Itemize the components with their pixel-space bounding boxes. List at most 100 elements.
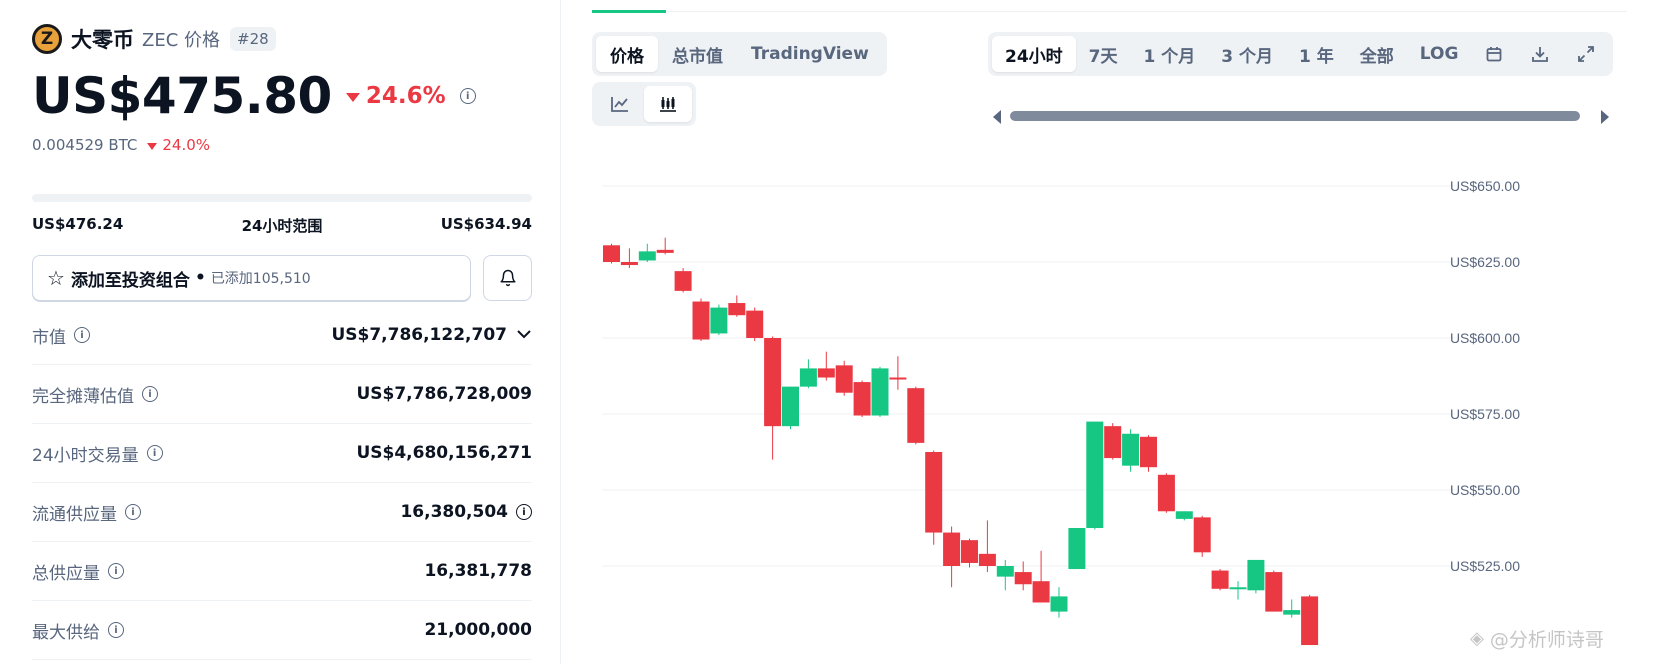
candle[interactable]: [907, 386, 925, 445]
candle[interactable]: [710, 304, 728, 335]
stat-row-market-cap[interactable]: 市值 i US$7,786,122,707: [32, 306, 532, 365]
candle[interactable]: [764, 336, 782, 460]
candle[interactable]: [656, 237, 674, 255]
chart-type-tabs: [592, 82, 696, 126]
candle[interactable]: [871, 366, 889, 418]
info-icon[interactable]: i: [516, 504, 532, 520]
coin-header: Z 大零币 ZEC 价格 #28: [32, 24, 276, 54]
calendar-button[interactable]: [1471, 36, 1517, 72]
info-icon[interactable]: i: [108, 563, 124, 579]
candle[interactable]: [1122, 429, 1140, 472]
candle[interactable]: [925, 450, 943, 545]
add-to-portfolio-button[interactable]: ☆ 添加至投资组合 • 已添加105,510: [32, 255, 471, 301]
candle[interactable]: [889, 356, 907, 390]
info-icon[interactable]: i: [74, 327, 90, 343]
candle[interactable]: [1247, 559, 1265, 594]
candle-body: [1014, 572, 1032, 585]
range-7d[interactable]: 7天: [1076, 36, 1131, 72]
caret-down-icon: [147, 142, 158, 150]
candle[interactable]: [1086, 421, 1104, 530]
y-tick-label: US$525.00: [1450, 558, 1520, 574]
candle[interactable]: [692, 298, 710, 342]
candle[interactable]: [1265, 570, 1283, 612]
info-icon[interactable]: i: [146, 445, 163, 461]
info-icon[interactable]: i: [459, 88, 476, 104]
range-1m[interactable]: 1 个月: [1131, 36, 1209, 72]
portfolio-added-count: 已添加105,510: [210, 271, 311, 287]
candle[interactable]: [817, 351, 835, 381]
candle[interactable]: [799, 359, 817, 389]
range-all[interactable]: 全部: [1347, 36, 1407, 72]
stat-row-total-supply: 总供应量 i 16,381,778: [32, 542, 532, 601]
price-change-value: 24.6%: [365, 83, 446, 109]
candle[interactable]: [1211, 569, 1229, 591]
candle[interactable]: [1229, 581, 1247, 600]
candle[interactable]: [782, 386, 799, 430]
candle-body: [1086, 421, 1104, 528]
candle-body: [746, 310, 764, 338]
candle[interactable]: [1050, 587, 1068, 618]
tab-tradingview[interactable]: TradingView: [737, 36, 883, 72]
candles: [603, 237, 1319, 646]
candle[interactable]: [674, 268, 692, 293]
stat-label: 市值: [32, 327, 66, 348]
scroll-left-arrow-icon[interactable]: [993, 110, 1001, 124]
price-candlestick-chart[interactable]: US$650.00 US$625.00 US$600.00 US$575.00 US$5…: [592, 130, 1627, 664]
range-24h[interactable]: 24小时: [992, 36, 1076, 72]
candle[interactable]: [978, 520, 996, 573]
range-1y[interactable]: 1 年: [1286, 36, 1347, 72]
candle[interactable]: [961, 538, 978, 568]
candle[interactable]: [638, 243, 656, 262]
candle-body: [925, 452, 943, 533]
download-button[interactable]: [1517, 36, 1563, 72]
candle[interactable]: [746, 307, 764, 342]
btc-price-row: 0.004529 BTC 24.0%: [32, 136, 210, 154]
y-tick-label: US$650.00: [1450, 178, 1520, 194]
range-log[interactable]: LOG: [1407, 36, 1472, 72]
candle[interactable]: [1283, 599, 1301, 618]
y-tick-label: US$600.00: [1450, 330, 1520, 346]
range-low: US$476.24: [32, 215, 124, 233]
candle[interactable]: [728, 295, 746, 317]
info-icon[interactable]: i: [108, 622, 124, 638]
candle[interactable]: [996, 559, 1014, 591]
range-label: 24小时范围: [241, 217, 323, 235]
candle[interactable]: [853, 380, 871, 418]
info-icon[interactable]: i: [125, 504, 141, 520]
candle-body: [1140, 436, 1157, 468]
stat-row-fdv: 完全摊薄估值 i US$7,786,728,009: [32, 365, 532, 424]
candlestick-chart-button[interactable]: [644, 86, 692, 122]
panel-divider: [560, 0, 561, 664]
candle[interactable]: [1301, 594, 1319, 646]
price-alert-button[interactable]: [483, 255, 532, 301]
candle[interactable]: [620, 248, 638, 269]
candle[interactable]: [1175, 511, 1193, 521]
info-icon[interactable]: i: [142, 386, 158, 402]
candle[interactable]: [1104, 423, 1122, 460]
btc-change: 24.0%: [162, 136, 211, 154]
stat-label: 完全摊薄估值: [32, 386, 134, 407]
logo-letter: Z: [40, 28, 54, 49]
candlestick-icon: [660, 97, 676, 112]
chevron-down-icon[interactable]: [516, 327, 532, 343]
scroll-right-arrow-icon[interactable]: [1601, 110, 1609, 124]
line-chart-button[interactable]: [596, 86, 644, 122]
stat-value: US$7,786,728,009: [356, 384, 532, 404]
range-high: US$634.94: [440, 215, 532, 233]
range-3m[interactable]: 3 个月: [1208, 36, 1286, 72]
fullscreen-button[interactable]: [1563, 36, 1609, 72]
candle[interactable]: [1032, 550, 1050, 603]
tab-market-cap[interactable]: 总市值: [658, 36, 737, 72]
candle[interactable]: [1140, 435, 1157, 472]
candle[interactable]: [943, 526, 961, 588]
tab-price[interactable]: 价格: [596, 36, 658, 72]
candle[interactable]: [835, 360, 853, 396]
y-tick-label: US$575.00: [1450, 406, 1520, 422]
candle-body: [638, 251, 656, 261]
24h-range-bar: [32, 194, 532, 202]
candle[interactable]: [603, 243, 620, 264]
chart-range-scrollbar[interactable]: [1010, 111, 1580, 121]
candle[interactable]: [1193, 515, 1211, 557]
candle[interactable]: [1068, 528, 1086, 570]
candle[interactable]: [1157, 473, 1175, 513]
